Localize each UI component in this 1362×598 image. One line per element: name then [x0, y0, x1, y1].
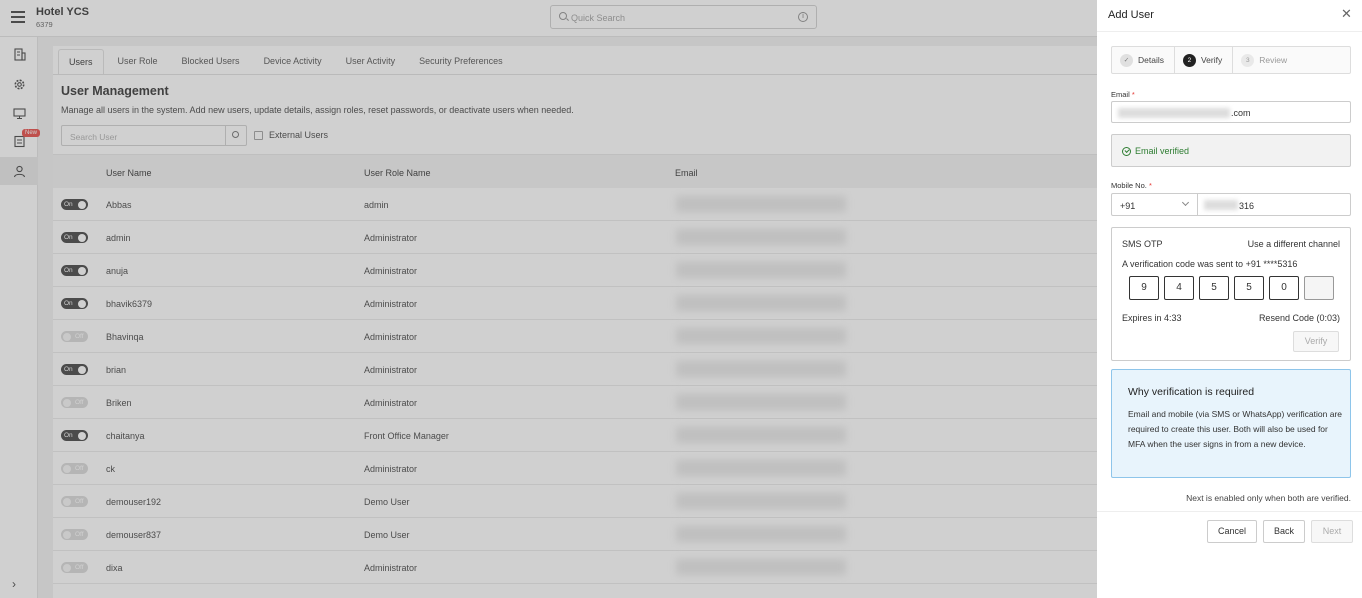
sms-otp-panel: SMS OTP Use a different channel A verifi…	[1111, 227, 1351, 361]
step-details[interactable]: ✓ Details	[1112, 47, 1175, 73]
app-root: Hotel YCS 6379 Quick Search i New › User…	[0, 0, 1362, 598]
modal-backdrop[interactable]	[0, 0, 1097, 598]
email-label-text: Email	[1111, 90, 1130, 99]
verify-button[interactable]: Verify	[1293, 331, 1339, 352]
close-icon[interactable]: ✕	[1341, 6, 1352, 22]
mobile-number-field[interactable]: 316	[1197, 193, 1351, 216]
check-icon: ✓	[1120, 53, 1133, 67]
email-field[interactable]: .com	[1111, 101, 1351, 123]
mobile-number-suffix: 316	[1239, 201, 1255, 211]
step-label: Details	[1138, 55, 1164, 65]
step-label: Review	[1259, 55, 1288, 65]
country-code-select[interactable]: +91	[1111, 193, 1198, 216]
different-channel-link[interactable]: Use a different channel	[1248, 239, 1340, 249]
otp-digit-input[interactable]	[1304, 276, 1334, 300]
country-code-value: +91	[1120, 201, 1136, 211]
step-verify: 2 Verify	[1175, 47, 1234, 73]
step-label: Verify	[1200, 55, 1223, 65]
info-body: Email and mobile (via SMS or WhatsApp) v…	[1128, 409, 1342, 449]
otp-digits: 9 4 5 5 0	[1129, 276, 1334, 300]
otp-sent-text: A verification code was sent to +91 ****…	[1122, 259, 1298, 269]
check-circle-icon	[1122, 146, 1131, 156]
back-button[interactable]: Back	[1263, 520, 1305, 543]
redacted-email	[1118, 108, 1230, 118]
verification-info-box: Why verification is required Email and m…	[1111, 369, 1351, 478]
step-review: 3 Review	[1233, 47, 1297, 73]
drawer-title: Add User	[1108, 9, 1154, 21]
otp-digit-input[interactable]: 9	[1129, 276, 1159, 300]
step-number: 2	[1182, 53, 1196, 67]
otp-digit-input[interactable]: 5	[1234, 276, 1264, 300]
otp-title: SMS OTP	[1122, 239, 1163, 249]
chevron-down-icon	[1181, 198, 1190, 207]
email-domain-suffix: .com	[1231, 108, 1251, 118]
email-verified-banner: Email verified	[1111, 134, 1351, 167]
otp-expiry-text: Expires in 4:33	[1122, 313, 1182, 323]
resend-code-link[interactable]: Resend Code (0:03)	[1259, 313, 1340, 323]
mobile-label-text: Mobile No.	[1111, 181, 1147, 190]
otp-digit-input[interactable]: 0	[1269, 276, 1299, 300]
email-label: Email *	[1111, 90, 1135, 99]
redacted-mobile	[1204, 200, 1238, 210]
mobile-label: Mobile No. *	[1111, 181, 1152, 190]
next-button[interactable]: Next	[1311, 520, 1353, 543]
divider	[1097, 31, 1362, 32]
divider	[1097, 511, 1362, 512]
step-number: 3	[1241, 53, 1255, 67]
add-user-drawer: Add User ✕ ✓ Details 2 Verify 3 Review E…	[1097, 0, 1362, 598]
stepper: ✓ Details 2 Verify 3 Review	[1111, 46, 1351, 74]
otp-digit-input[interactable]: 4	[1164, 276, 1194, 300]
next-hint: Next is enabled only when both are verif…	[1186, 493, 1351, 503]
otp-digit-input[interactable]: 5	[1199, 276, 1229, 300]
email-verified-text: Email verified	[1135, 146, 1190, 156]
cancel-button[interactable]: Cancel	[1207, 520, 1257, 543]
info-title: Why verification is required	[1128, 386, 1255, 398]
